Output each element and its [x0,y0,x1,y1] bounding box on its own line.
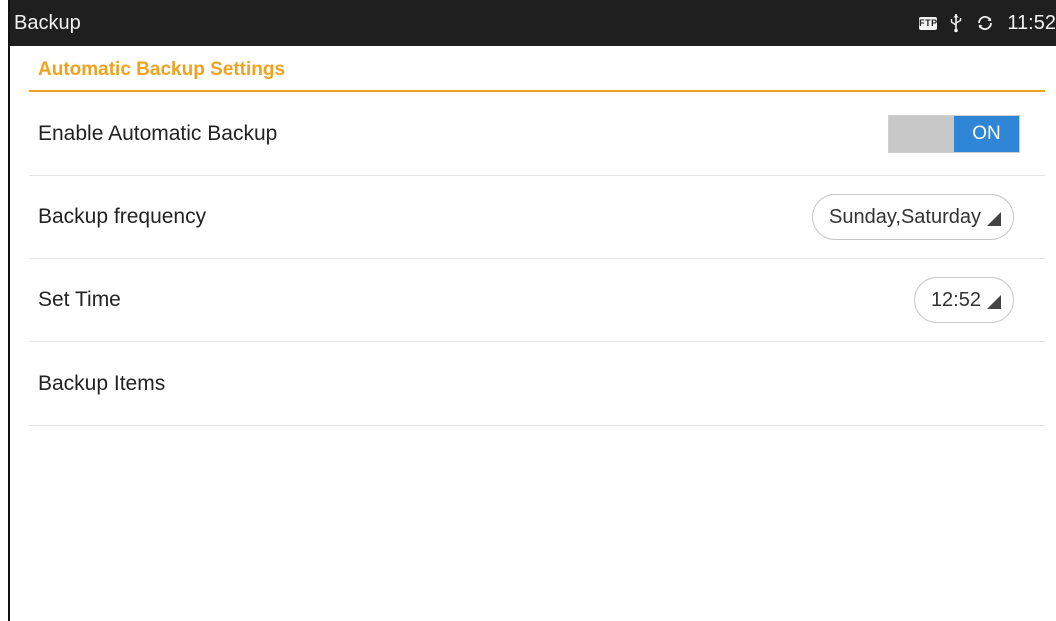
status-bar: Backup FTP 11:52 [10,0,1056,46]
sync-icon [975,13,995,33]
set-time-value: 12:52 [930,288,981,311]
backup-frequency-value: Sunday,Saturday [829,205,981,228]
toggle-off-track [889,116,954,152]
usb-icon [949,13,963,33]
toggle-on-label: ON [954,116,1019,152]
enable-backup-toggle[interactable]: ON [888,115,1020,153]
status-icons: FTP 11:52 [919,0,1056,46]
section-title: Automatic Backup Settings [38,59,286,80]
ftp-icon: FTP [919,16,938,30]
backup-frequency-dropdown[interactable]: Sunday,Saturday [812,194,1014,240]
backup-frequency-label: Backup frequency [38,205,207,228]
row-enable-automatic-backup[interactable]: Enable Automatic Backup ON [29,93,1045,176]
set-time-label: Set Time [38,288,121,311]
backup-items-label: Backup Items [38,372,166,395]
dropdown-arrow-icon [987,295,1001,309]
status-clock: 11:52 [1007,11,1056,34]
window-left-border [8,0,10,621]
enable-automatic-backup-label: Enable Automatic Backup [38,122,278,145]
row-backup-items[interactable]: Backup Items [29,343,1045,426]
section-header: Automatic Backup Settings [29,54,1045,92]
app-title: Backup [14,11,81,34]
set-time-dropdown[interactable]: 12:52 [913,277,1014,323]
dropdown-arrow-icon [987,212,1001,226]
row-backup-frequency[interactable]: Backup frequency Sunday,Saturday [29,176,1045,259]
row-set-time[interactable]: Set Time 12:52 [29,259,1045,342]
